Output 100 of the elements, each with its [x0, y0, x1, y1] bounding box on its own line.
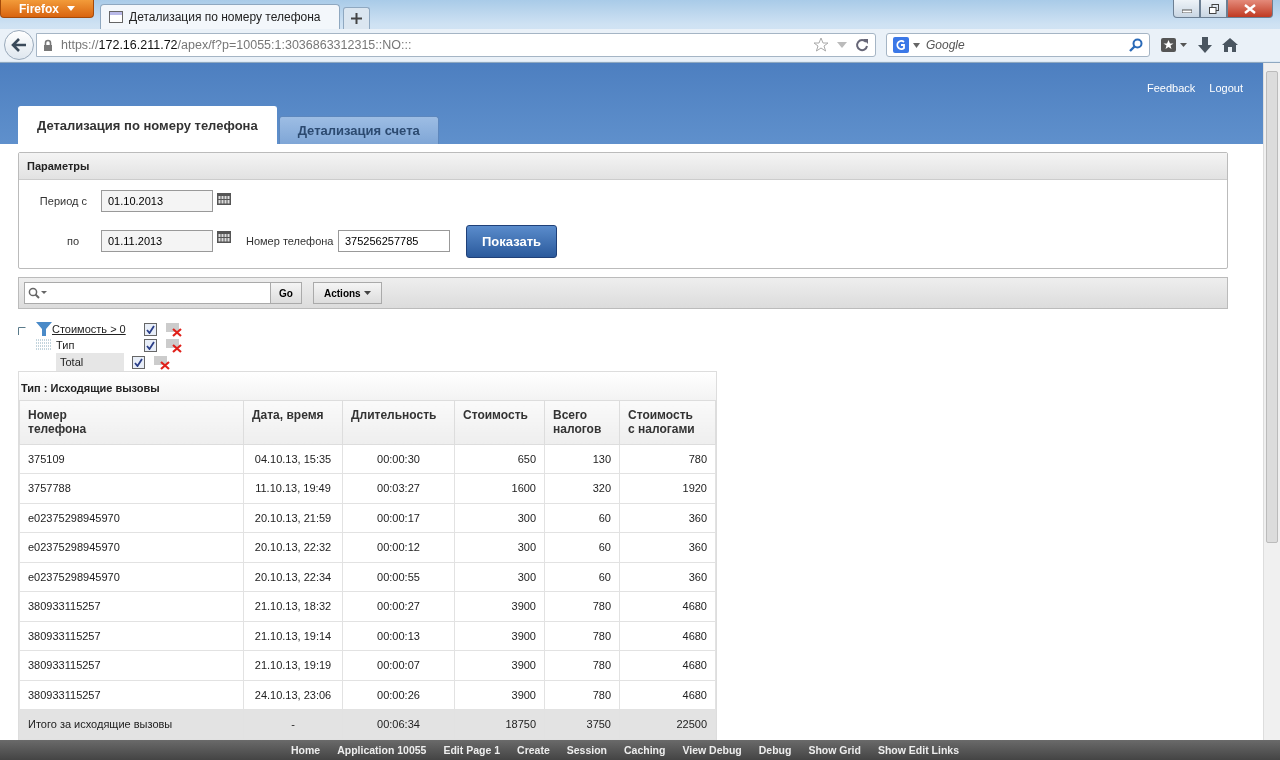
column-header[interactable]: Длительность [342, 401, 455, 444]
total-cell: 00:06:34 [342, 709, 455, 739]
table-cell: 4680 [619, 621, 716, 651]
tab-title: Детализация по номеру телефона [129, 10, 321, 24]
grid-dots-icon [36, 339, 52, 351]
back-button[interactable] [4, 30, 34, 60]
table-cell: 60 [544, 562, 620, 592]
minimize-button[interactable] [1173, 0, 1200, 18]
google-g-icon [893, 37, 909, 53]
remove-icon[interactable] [165, 337, 182, 353]
developer-link[interactable]: Show Grid [808, 744, 861, 756]
table-cell: 780 [544, 650, 620, 680]
new-tab-button[interactable] [343, 7, 370, 29]
column-header[interactable]: Стоимость с налогами [619, 401, 716, 444]
table-cell: 780 [619, 444, 716, 474]
url-text: https://172.16.211.72/apex/f?p=10055:1:3036863312315::NO::: [61, 38, 412, 52]
table-cell: 1920 [619, 473, 716, 503]
reload-icon[interactable] [855, 38, 869, 52]
header-link[interactable]: Logout [1209, 82, 1243, 94]
remove-icon[interactable] [153, 354, 170, 370]
date-field[interactable]: 01.11.2013 [101, 230, 213, 252]
column-header[interactable]: Дата, время [243, 401, 343, 444]
developer-link[interactable]: Caching [624, 744, 666, 756]
home-icon[interactable] [1222, 37, 1238, 53]
developer-link[interactable]: Home [290, 744, 321, 756]
page-tab[interactable]: Детализация счета [278, 116, 439, 144]
browser-tab[interactable]: Детализация по номеру телефона [100, 4, 340, 29]
lock-icon [43, 39, 53, 51]
header-link[interactable]: Feedback [1147, 82, 1196, 94]
column-header[interactable]: Номер телефона [19, 401, 244, 444]
table-cell: 00:00:30 [342, 444, 455, 474]
close-button[interactable] [1227, 0, 1273, 18]
table-cell: 11.10.13, 19:49 [243, 473, 343, 503]
table-cell: 20.10.13, 21:59 [243, 503, 343, 533]
star-icon[interactable] [813, 37, 829, 53]
developer-link[interactable]: Create [517, 744, 550, 756]
developer-link[interactable]: Application 10055 [337, 744, 427, 756]
table-cell: 21.10.13, 19:14 [243, 621, 343, 651]
address-bar[interactable]: https://172.16.211.72/apex/f?p=10055:1:3036863312315::NO::: [36, 33, 876, 57]
close-icon [1244, 3, 1256, 14]
table-cell: 380933115257 [19, 591, 244, 621]
table-cell: 00:00:17 [342, 503, 455, 533]
table-cell: e02375298945970 [19, 562, 244, 592]
checkbox[interactable] [132, 355, 145, 369]
table-cell: 4680 [619, 650, 716, 680]
developer-link[interactable]: Debug [758, 744, 792, 756]
checkbox[interactable] [144, 338, 157, 352]
collapse-icon[interactable] [18, 327, 26, 335]
scrollbar[interactable] [1263, 63, 1280, 740]
table-cell: 300 [454, 532, 545, 562]
actions-button[interactable]: Actions [313, 282, 382, 304]
search-icon[interactable] [1129, 38, 1143, 52]
table-cell: 00:00:07 [342, 650, 455, 680]
table-cell: 60 [544, 532, 620, 562]
field-label: по [65, 235, 79, 247]
go-button[interactable]: Go [270, 282, 302, 304]
checkbox[interactable] [144, 322, 157, 336]
total-cell: - [243, 709, 343, 739]
table-cell: 780 [544, 680, 620, 710]
table-cell: 300 [454, 503, 545, 533]
bookmarks-icon[interactable] [1160, 37, 1188, 53]
calendar-icon[interactable] [217, 192, 231, 205]
funnel-icon [36, 322, 52, 336]
table-cell: 3900 [454, 621, 545, 651]
table-cell: 00:00:27 [342, 591, 455, 621]
dropdown-arrow-icon[interactable] [913, 42, 920, 48]
date-field[interactable]: 01.10.2013 [101, 190, 213, 212]
table-cell: 04.10.13, 15:35 [243, 444, 343, 474]
column-header[interactable]: Стоимость [454, 401, 545, 444]
restore-icon [1208, 3, 1219, 14]
developer-link[interactable]: View Debug [682, 744, 742, 756]
table-cell: 00:00:13 [342, 621, 455, 651]
restore-button[interactable] [1200, 0, 1227, 18]
table-cell: 130 [544, 444, 620, 474]
download-icon[interactable] [1198, 37, 1212, 53]
phone-field[interactable]: 375256257785 [338, 230, 450, 252]
filter-label: Тип [56, 339, 76, 351]
total-cell: 3750 [544, 709, 620, 739]
total-cell: Итого за исходящие вызовы [19, 709, 244, 739]
table-cell: 20.10.13, 22:34 [243, 562, 343, 592]
panel-title: Параметры [19, 153, 1227, 180]
developer-link[interactable]: Edit Page 1 [443, 744, 501, 756]
search-field[interactable]: Go [24, 282, 302, 304]
page-tab[interactable]: Детализация по номеру телефона [18, 106, 277, 144]
table-cell: 380933115257 [19, 650, 244, 680]
calendar-icon[interactable] [217, 230, 231, 243]
remove-icon[interactable] [165, 321, 182, 337]
table-cell: 1600 [454, 473, 545, 503]
table-cell: 320 [544, 473, 620, 503]
developer-link[interactable]: Show Edit Links [877, 744, 960, 756]
table-cell: 60 [544, 503, 620, 533]
developer-link[interactable]: Session [566, 744, 607, 756]
table-cell: 3900 [454, 591, 545, 621]
filter-link[interactable]: Стоимость > 0 [52, 323, 132, 335]
search-icon[interactable] [28, 287, 48, 299]
filter-label: Total [56, 353, 124, 371]
show-button[interactable]: Показать [466, 224, 557, 258]
column-header[interactable]: Всего налогов [544, 401, 620, 444]
search-bar[interactable]: Google [886, 33, 1150, 57]
table-cell: 380933115257 [19, 680, 244, 710]
